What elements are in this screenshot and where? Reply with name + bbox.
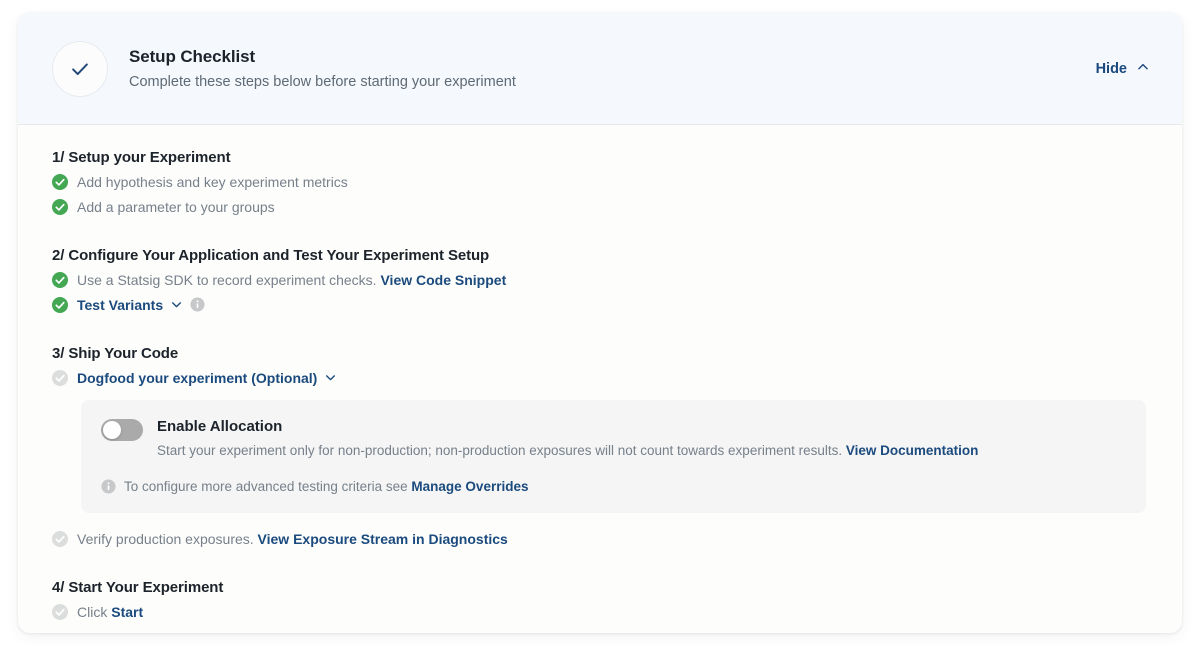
allocation-description: Start your experiment only for non-produ… — [157, 441, 978, 460]
checklist-item-dogfood[interactable]: Dogfood your experiment (Optional) — [52, 368, 1148, 388]
check-done-icon — [52, 174, 68, 190]
view-code-snippet-link[interactable]: View Code Snippet — [380, 272, 506, 288]
allocation-note-text: To configure more advanced testing crite… — [124, 479, 528, 494]
checklist-item[interactable]: Add hypothesis and key experiment metric… — [52, 172, 1148, 192]
check-pending-icon — [52, 370, 68, 386]
allocation-toggle-row: Enable Allocation Start your experiment … — [101, 417, 1126, 460]
checklist-item[interactable]: Add a parameter to your groups — [52, 197, 1148, 217]
checklist-item-label: Use a Statsig SDK to record experiment c… — [77, 270, 506, 290]
enable-allocation-label: Enable Allocation — [157, 418, 283, 435]
checklist-item-verify-exposures[interactable]: Verify production exposures. View Exposu… — [52, 529, 1148, 549]
allocation-description-text: Start your experiment only for non-produ… — [157, 443, 843, 458]
section-configure-application: 2/ Configure Your Application and Test Y… — [52, 247, 1148, 315]
info-icon[interactable] — [190, 297, 205, 312]
enable-allocation-toggle[interactable] — [101, 419, 143, 441]
check-done-icon — [52, 199, 68, 215]
info-icon — [101, 479, 116, 494]
check-done-icon — [52, 272, 68, 288]
check-done-icon — [52, 297, 68, 313]
verify-exposures-text: Verify production exposures. — [77, 531, 254, 547]
allocation-note: To configure more advanced testing crite… — [101, 479, 1126, 494]
setup-checklist-card: Setup Checklist Complete these steps bel… — [18, 13, 1182, 633]
check-pending-icon — [52, 531, 68, 547]
hide-button-label: Hide — [1095, 60, 1127, 77]
allocation-panel: Enable Allocation Start your experiment … — [81, 400, 1146, 513]
checklist-header: Setup Checklist Complete these steps bel… — [18, 13, 1182, 125]
hide-button[interactable]: Hide — [1094, 56, 1152, 82]
checklist-item-label: Add hypothesis and key experiment metric… — [77, 174, 348, 190]
allocation-note-label: To configure more advanced testing crite… — [124, 479, 408, 494]
manage-overrides-link[interactable]: Manage Overrides — [411, 479, 528, 494]
dogfood-experiment-link[interactable]: Dogfood your experiment (Optional) — [77, 370, 317, 386]
checklist-item-label: Test Variants — [77, 295, 205, 315]
checklist-item-label: Verify production exposures. View Exposu… — [77, 529, 508, 549]
check-circle-icon — [52, 40, 108, 97]
checklist-item-label: Add a parameter to your groups — [77, 199, 275, 215]
chevron-down-icon[interactable] — [324, 369, 337, 382]
check-pending-icon — [52, 604, 68, 620]
page-title: Setup Checklist — [129, 46, 256, 66]
start-link[interactable]: Start — [111, 604, 143, 620]
section-title: 2/ Configure Your Application and Test Y… — [52, 247, 490, 264]
view-documentation-link[interactable]: View Documentation — [846, 443, 979, 458]
checklist-item-text: Use a Statsig SDK to record experiment c… — [77, 272, 377, 288]
page-subtitle: Complete these steps below before starti… — [129, 73, 516, 90]
view-exposure-stream-link[interactable]: View Exposure Stream in Diagnostics — [258, 531, 508, 547]
section-setup-experiment: 1/ Setup your Experiment Add hypothesis … — [52, 149, 1148, 217]
toggle-knob — [103, 421, 121, 439]
checklist-body: 1/ Setup your Experiment Add hypothesis … — [18, 125, 1182, 622]
section-title: 3/ Ship Your Code — [52, 345, 179, 362]
allocation-text-block: Enable Allocation Start your experiment … — [157, 417, 978, 460]
checklist-item-label: Click Start — [77, 602, 143, 622]
checklist-item-click-start[interactable]: Click Start — [52, 602, 1148, 622]
section-ship-your-code: 3/ Ship Your Code Dogfood your experimen… — [52, 345, 1148, 549]
test-variants-link[interactable]: Test Variants — [77, 297, 163, 313]
chevron-up-icon — [1136, 60, 1150, 78]
checklist-item[interactable]: Use a Statsig SDK to record experiment c… — [52, 270, 1148, 290]
click-start-text: Click — [77, 604, 108, 620]
checklist-item-label: Dogfood your experiment (Optional) — [77, 368, 340, 388]
checklist-item-test-variants[interactable]: Test Variants — [52, 295, 1148, 315]
header-text-block: Setup Checklist Complete these steps bel… — [129, 46, 1094, 92]
chevron-down-icon[interactable] — [170, 296, 183, 309]
section-start-experiment: 4/ Start Your Experiment Click Start — [52, 579, 1148, 622]
section-title: 4/ Start Your Experiment — [52, 579, 224, 596]
section-title: 1/ Setup your Experiment — [52, 149, 231, 166]
